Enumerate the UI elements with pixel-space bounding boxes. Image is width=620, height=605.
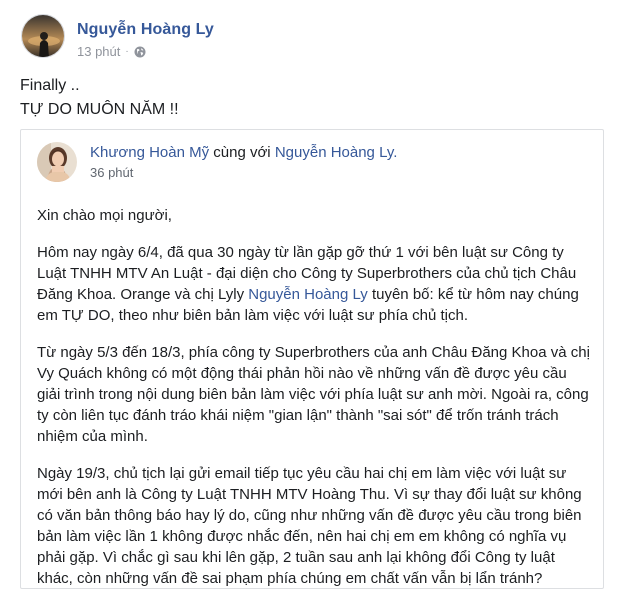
paragraph-3-line-6: khác, còn những vấn đề sai phạm phía chú… [37, 570, 543, 587]
meta-separator: · [125, 46, 129, 57]
shared-post-body: Xin chào mọi người, Hôm nay ngày 6/4, đã… [37, 205, 593, 605]
paragraph-2-line-3: giải trình trong nội dung biên bản làm v… [37, 386, 589, 403]
paragraph-1-line-2: Luật TNHH MTV An Luật - đại diện cho Côn… [37, 265, 577, 282]
paragraph-1-line-1: Hôm nay ngày 6/4, đã qua 30 ngày từ lần … [37, 244, 564, 261]
inline-mention-link[interactable]: Nguyễn Hoàng Ly [248, 286, 368, 303]
shared-post-timestamp[interactable]: 36 phút [90, 165, 397, 181]
paragraph-1-line-4: em TỰ DO, theo như biên bản làm việc với… [37, 307, 468, 324]
paragraph-1: Hôm nay ngày 6/4, đã qua 30 ngày từ lần … [37, 242, 593, 326]
post-header: Nguyễn Hoàng Ly 13 phút · [21, 14, 214, 62]
author-block: Nguyễn Hoàng Ly 13 phút · [77, 20, 214, 60]
facebook-post: Nguyễn Hoàng Ly 13 phút · Finally .. TỰ … [0, 0, 620, 589]
paragraph-3: Ngày 19/3, chủ tịch lại gửi email tiếp t… [37, 463, 593, 589]
post-meta: 13 phút · [77, 44, 214, 60]
globe-icon[interactable] [134, 46, 146, 58]
post-message-line-1: Finally .. [20, 77, 80, 94]
paragraph-1-line-3-start: Đăng Khoa. Orange và chị Lyly [37, 286, 245, 303]
greeting-line: Xin chào mọi người, [37, 207, 172, 224]
paragraph-2: Từ ngày 5/3 đến 18/3, phía công ty Super… [37, 342, 593, 447]
shared-author-avatar-image [37, 142, 77, 182]
tagged-user-link[interactable]: Nguyễn Hoàng Ly. [275, 144, 398, 161]
shared-author-block: Khương Hoàn Mỹ cùng với Nguyễn Hoàng Ly.… [90, 143, 397, 181]
shared-post-header: Khương Hoàn Mỹ cùng với Nguyễn Hoàng Ly.… [37, 142, 397, 182]
paragraph-1-line-3-end: tuyên bố: kể từ hôm nay chúng [371, 286, 579, 303]
paragraph-3-line-2: mới bên anh là Công ty Luật TNHH MTV Hoà… [37, 486, 582, 503]
paragraph-3-line-5: phải gặp. Vì chắc gì sau khi lên gặp, 2 … [37, 549, 555, 566]
shared-author-link[interactable]: Khương Hoàn Mỹ [90, 144, 209, 161]
shared-author-line: Khương Hoàn Mỹ cùng với Nguyễn Hoàng Ly. [90, 143, 397, 163]
with-text: cùng với [213, 144, 271, 161]
shared-post-card[interactable]: Khương Hoàn Mỹ cùng với Nguyễn Hoàng Ly.… [20, 129, 604, 589]
post-timestamp[interactable]: 13 phút [77, 44, 120, 60]
shared-author-avatar[interactable] [37, 142, 77, 182]
author-avatar-image [22, 15, 64, 57]
author-avatar[interactable] [21, 14, 65, 58]
paragraph-2-line-1: Từ ngày 5/3 đến 18/3, phía công ty Super… [37, 344, 590, 361]
paragraph-3-line-1: Ngày 19/3, chủ tịch lại gửi email tiếp t… [37, 465, 567, 482]
paragraph-3-line-3: có văn bản thông báo hay lý do, cũng như… [37, 507, 582, 524]
author-name-link[interactable]: Nguyễn Hoàng Ly [77, 20, 214, 40]
post-message: Finally .. TỰ DO MUÔN NĂM !! [20, 74, 179, 122]
paragraph-2-line-2: Vy Quách không có một động thái phản hồi… [37, 365, 567, 382]
paragraph-greeting: Xin chào mọi người, [37, 205, 593, 226]
post-message-line-2: TỰ DO MUÔN NĂM !! [20, 101, 179, 118]
paragraph-2-line-5: nhiệm của mình. [37, 428, 148, 445]
paragraph-3-line-4: bản làm việc lần 1 không được nhắc đến, … [37, 528, 567, 545]
paragraph-1-line-3: Đăng Khoa. Orange và chị Lyly Nguyễn Hoà… [37, 284, 593, 305]
paragraph-2-line-4: ty còn liên tục đánh tráo khái niệm "gia… [37, 407, 559, 424]
